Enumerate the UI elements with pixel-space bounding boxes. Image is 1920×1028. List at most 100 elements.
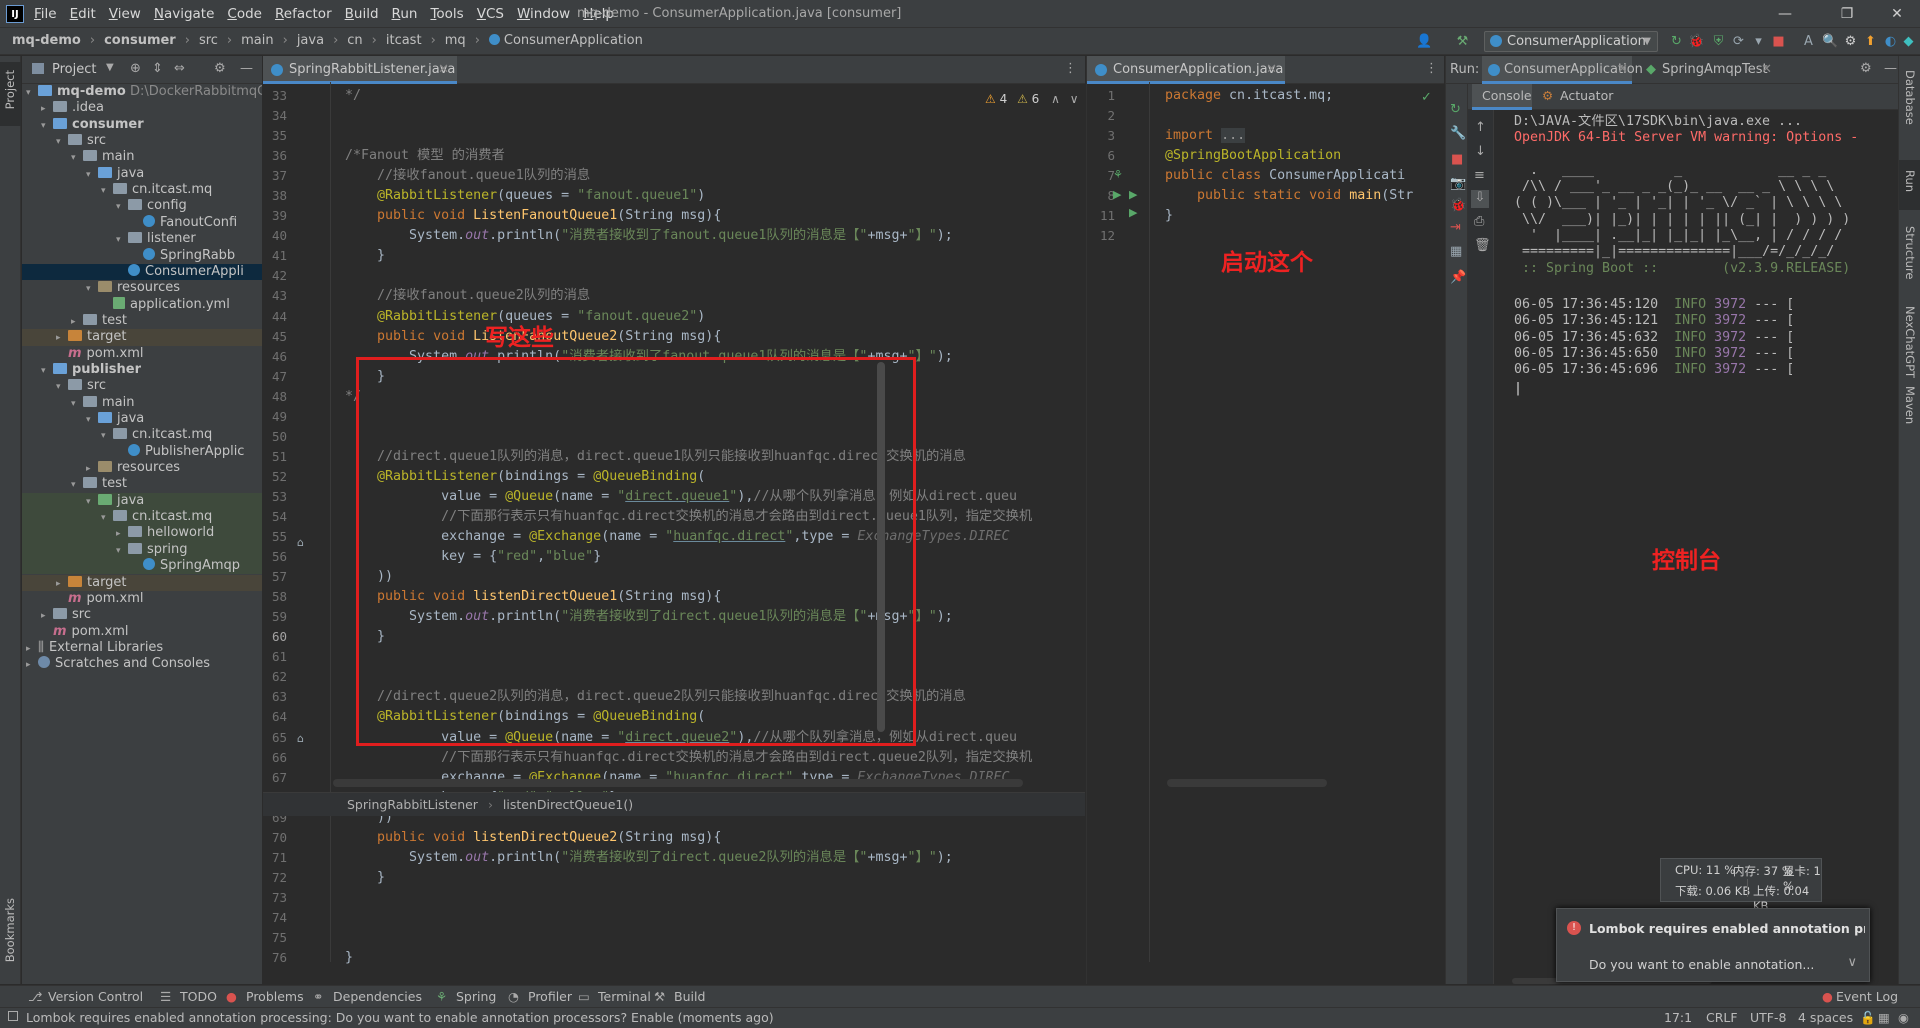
expand-arrow-icon[interactable]: ▸ xyxy=(116,526,128,541)
coverage-icon[interactable]: ⛨ xyxy=(1710,33,1727,50)
code-line[interactable]: @RabbitListener(queues = "fanout.queue1"… xyxy=(345,186,1065,206)
tree-item-mq-demo[interactable]: ▾ mq-demo D:\DockerRabbitmqCo xyxy=(22,84,262,100)
trash-icon[interactable]: 🗑 xyxy=(1474,238,1491,253)
tree-item-cn-itcast-mq[interactable]: ▾ cn.itcast.mq xyxy=(22,427,262,443)
tool-terminal[interactable]: Terminal xyxy=(598,989,651,1004)
code-line[interactable] xyxy=(345,928,1065,948)
close-icon[interactable]: ✕ xyxy=(1874,2,1920,26)
expand-arrow-icon[interactable]: ▸ xyxy=(41,101,53,116)
breadcrumb-item[interactable]: mq-demo xyxy=(12,33,81,48)
code-line[interactable]: //接收fanout.queue1队列的消息 xyxy=(345,166,1065,186)
profile-icon[interactable]: ⟳ xyxy=(1730,33,1747,50)
menu-navigate[interactable]: Navigate xyxy=(154,6,215,22)
tree-item-publisherapplic[interactable]: PublisherApplic xyxy=(22,443,262,460)
tree-item-pom-xml[interactable]: m pom.xml xyxy=(22,591,262,607)
tree-item-java[interactable]: ▾ java xyxy=(22,166,262,182)
nexchatgpt-tool-label[interactable]: NexChatGPT xyxy=(1903,306,1917,378)
expand-arrow-icon[interactable]: ▸ xyxy=(71,314,83,329)
code-line[interactable]: */ xyxy=(345,86,1065,106)
tree-item-test[interactable]: ▾ test xyxy=(22,476,262,492)
expand-arrow-icon[interactable]: ▸ xyxy=(86,461,98,476)
project-tool-tab[interactable]: Project xyxy=(0,62,21,126)
breadcrumb-item[interactable]: mq xyxy=(445,33,466,48)
wrench-icon[interactable]: 🔧 xyxy=(1450,126,1466,141)
expand-arrow-icon[interactable]: ▾ xyxy=(71,477,83,492)
tree-item-cn-itcast-mq[interactable]: ▾ cn.itcast.mq xyxy=(22,509,262,526)
tool-todo[interactable]: TODO xyxy=(180,989,217,1004)
code-line[interactable] xyxy=(345,908,1065,928)
code-line[interactable] xyxy=(1165,106,1443,126)
expand-arrow-icon[interactable]: ▾ xyxy=(41,363,53,378)
breadcrumb-item[interactable]: consumer xyxy=(104,33,176,48)
restore-icon[interactable]: ❐ xyxy=(1824,2,1870,26)
menu-view[interactable]: View xyxy=(109,6,141,22)
expand-arrow-icon[interactable]: ▸ xyxy=(26,641,38,656)
close-tab-icon[interactable]: ✕ xyxy=(438,56,449,84)
tab-console[interactable]: Console xyxy=(1472,84,1532,110)
debug-icon[interactable]: 🐞 xyxy=(1450,198,1466,213)
breadcrumb-class[interactable]: SpringRabbitListener xyxy=(347,797,478,812)
tree-item-springamqp[interactable]: SpringAmqp xyxy=(22,558,262,575)
lombok-notification[interactable]: ! Lombok requires enabled annotation pro… xyxy=(1556,908,1870,982)
code-line[interactable]: System.out.println("消费者接收到了direct.queue2… xyxy=(345,848,1065,868)
code-line[interactable]: public void listenDirectQueue2(String ms… xyxy=(345,828,1065,848)
minimize-icon[interactable]: — xyxy=(1762,2,1808,26)
close-tab-icon[interactable]: ✕ xyxy=(1266,56,1277,84)
tab-spring-rabbit-listener[interactable]: SpringRabbitListener.java ✕ xyxy=(263,56,457,84)
lock-icon[interactable]: 🔓 xyxy=(1860,1010,1876,1026)
code-line[interactable]: } xyxy=(345,868,1065,888)
tree-item-test[interactable]: ▸ test xyxy=(22,313,262,329)
stop-icon[interactable]: ■ xyxy=(1770,33,1787,50)
expand-arrow-icon[interactable]: ▾ xyxy=(86,494,98,509)
more-tabs-icon[interactable]: ⋮ xyxy=(1425,61,1438,76)
expand-arrow-icon[interactable]: ▾ xyxy=(86,281,98,296)
expand-arrow-icon[interactable]: ▾ xyxy=(56,134,68,149)
menu-build[interactable]: Build xyxy=(345,6,379,22)
tool-version-control[interactable]: Version Control xyxy=(48,989,143,1004)
jetbrains-icon[interactable]: ◐ xyxy=(1882,33,1899,50)
update-icon[interactable]: ⬆ xyxy=(1862,33,1879,50)
stop-icon[interactable]: ■ xyxy=(1451,152,1463,167)
expand-arrow-icon[interactable]: ▾ xyxy=(56,379,68,394)
project-panel-title[interactable]: Project xyxy=(52,62,96,77)
tree-item-config[interactable]: ▾ config xyxy=(22,198,262,214)
tree-item-external-libraries[interactable]: ▸ ⫼ External Libraries xyxy=(22,640,262,656)
breadcrumb-item[interactable]: main xyxy=(241,33,273,48)
run-main-icon[interactable]: ▶ xyxy=(1129,206,1137,219)
print-icon[interactable]: ⎙ xyxy=(1474,214,1484,229)
close-tab-icon[interactable]: ✕ xyxy=(1617,56,1628,84)
collapse-all-icon[interactable]: ⇔ xyxy=(174,61,185,76)
notifications-icon[interactable]: ◉ xyxy=(1898,1010,1909,1025)
code-line[interactable]: } xyxy=(1165,206,1443,226)
exit-icon[interactable]: ⇥ xyxy=(1450,220,1461,235)
spring-bean-icon[interactable]: ⚘ xyxy=(1113,168,1123,181)
expand-arrow-icon[interactable]: ▾ xyxy=(86,167,98,182)
status-message[interactable]: Lombok requires enabled annotation proce… xyxy=(26,1010,774,1025)
tree-item-java[interactable]: ▾ java xyxy=(22,492,262,510)
menu-vcs[interactable]: VCS xyxy=(477,6,504,22)
translate-icon[interactable]: A xyxy=(1800,33,1817,50)
tree-item-src[interactable]: ▾ src xyxy=(22,133,262,149)
code-line[interactable]: //接收fanout.queue2队列的消息 xyxy=(345,286,1065,306)
tree-item-scratches-and-consoles[interactable]: ▸ Scratches and Consoles xyxy=(22,656,262,672)
code-line[interactable] xyxy=(345,266,1065,286)
menu-edit[interactable]: Edit xyxy=(70,6,96,22)
run-gutter-icon[interactable]: ▶ xyxy=(1113,188,1121,201)
editor1-hscroll[interactable] xyxy=(333,779,1023,787)
status-toggle-icon[interactable] xyxy=(8,1011,18,1021)
tree-item-publisher[interactable]: ▾ publisher xyxy=(22,362,262,378)
code-line[interactable]: } xyxy=(345,246,1065,266)
tree-item-target[interactable]: ▸ target xyxy=(22,574,262,591)
expand-arrow-icon[interactable]: ▾ xyxy=(71,150,83,165)
editor2-code[interactable]: package cn.itcast.mq; import ... @SpringB… xyxy=(1165,86,1443,246)
bean-gutter-icon[interactable]: ⌂ xyxy=(297,732,304,745)
close-tab-icon[interactable]: ✕ xyxy=(1761,56,1772,84)
expand-arrow-icon[interactable]: ▾ xyxy=(101,510,113,525)
tree-item-src[interactable]: ▾ src xyxy=(22,378,262,394)
bean-gutter-icon[interactable]: ⌂ xyxy=(297,536,304,549)
code-line[interactable]: /*Fanout 模型 的消费者 xyxy=(345,146,1065,166)
run-tab-consumer[interactable]: ConsumerApplication ✕ xyxy=(1482,56,1643,84)
tool-spring[interactable]: Spring xyxy=(456,989,496,1004)
tree-item-listener[interactable]: ▾ listener xyxy=(22,231,262,247)
chevron-down-icon[interactable]: ∨ xyxy=(1070,92,1079,106)
